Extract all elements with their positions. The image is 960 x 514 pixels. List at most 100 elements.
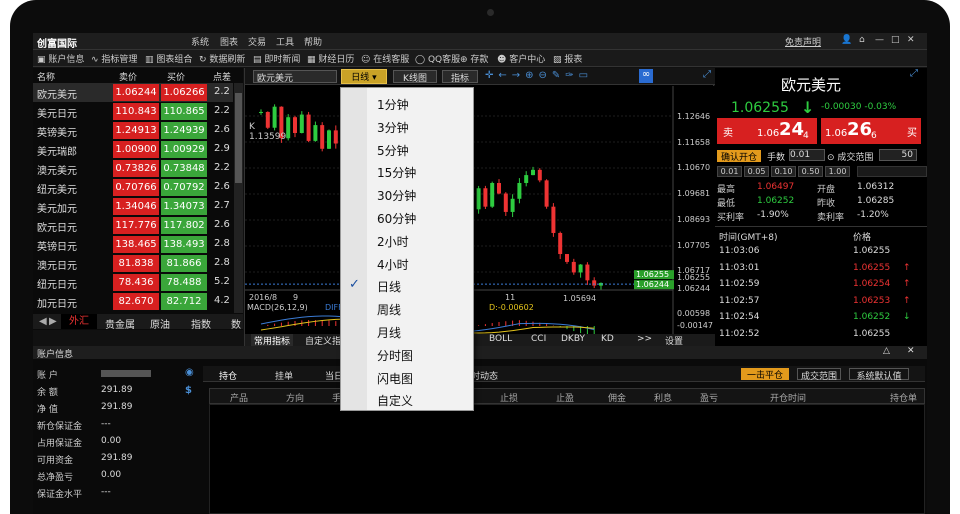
tab-dkby[interactable]: DKBY <box>561 334 585 344</box>
watchlist-row[interactable]: 美元加元 1.34046 1.34073 2.7 <box>33 197 233 216</box>
row-sell[interactable]: 0.70766 <box>113 179 159 196</box>
hide-eye-icon[interactable]: ◉ <box>185 367 194 378</box>
period-option[interactable]: 月线 <box>341 322 473 342</box>
minimize-icon[interactable]: — <box>875 35 884 45</box>
tab-positions[interactable]: 持仓 <box>219 369 237 382</box>
row-sell[interactable]: 0.73826 <box>113 160 159 177</box>
watchlist-row[interactable]: 英镑美元 1.24913 1.24939 2.6 <box>33 121 233 140</box>
menu-tools[interactable]: 工具 <box>276 35 294 48</box>
row-buy[interactable]: 1.00929 <box>161 141 207 158</box>
watchlist-row[interactable]: 美元瑞郎 1.00900 1.00929 2.9 <box>33 140 233 159</box>
confirm-open-button[interactable]: 确认开仓 <box>717 150 761 163</box>
period-option[interactable]: 5分钟 <box>341 140 473 160</box>
toolbar-account-info[interactable]: ▣ 账户信息 <box>37 52 84 65</box>
row-sell[interactable]: 110.843 <box>113 103 159 120</box>
watchlist-row[interactable]: 欧元日元 117.776 117.802 2.6 <box>33 216 233 235</box>
symbol-select[interactable]: 欧元美元 <box>253 70 337 84</box>
period-option[interactable]: 60分钟 <box>341 208 473 228</box>
tab-more[interactable]: >> <box>637 334 652 344</box>
toolbar-qq[interactable]: ◯ QQ客服 <box>415 52 460 65</box>
close-icon[interactable]: ✕ <box>907 35 915 45</box>
menu-trade[interactable]: 交易 <box>248 35 266 48</box>
toolbar-indicator-manage[interactable]: ∿ 指标管理 <box>91 52 137 65</box>
row-buy[interactable]: 1.24939 <box>161 122 207 139</box>
tab-index[interactable]: 指数 <box>191 316 211 331</box>
period-option[interactable]: 4小时 <box>341 254 473 274</box>
quick-lot-button[interactable]: 1.00 <box>825 166 850 177</box>
quick-lot-button[interactable]: 0.05 <box>744 166 769 177</box>
disclaimer-link[interactable]: 免责声明 <box>785 35 821 48</box>
toolbar-chart-group[interactable]: ▥ 图表组合 <box>145 52 192 65</box>
tab-pending[interactable]: 挂单 <box>275 369 293 382</box>
watchlist-row[interactable]: 纽元日元 78.436 78.488 5.2 <box>33 273 233 292</box>
toolbar-news[interactable]: ▤ 即时新闻 <box>253 52 300 65</box>
row-sell[interactable]: 117.776 <box>113 217 159 234</box>
tab-metals[interactable]: 贵金属 <box>105 316 135 331</box>
toolbar-client-center[interactable]: ☻ 客户中心 <box>497 52 545 65</box>
period-option[interactable]: 2小时 <box>341 231 473 251</box>
maximize-icon[interactable]: □ <box>891 35 900 45</box>
chart-tool-icons[interactable]: ✛←→⊕⊖✎✑▭ <box>485 70 593 81</box>
tab-oil[interactable]: 原油 <box>150 316 170 331</box>
toolbar-deposit[interactable]: ⊕ 存款 <box>460 52 488 65</box>
quote-expand-icon[interactable]: ⤢ <box>910 68 918 79</box>
toolbar-calendar[interactable]: ▦ 财经日历 <box>307 52 354 65</box>
row-buy[interactable]: 82.712 <box>161 293 207 310</box>
close-panel-icon[interactable]: ✕ <box>907 346 915 356</box>
row-buy[interactable]: 78.488 <box>161 274 207 291</box>
tab-boll[interactable]: BOLL <box>489 334 512 344</box>
quick-lot-button[interactable]: 0.01 <box>717 166 742 177</box>
menu-help[interactable]: 帮助 <box>304 35 322 48</box>
candlestick-chart[interactable]: 1.12646 1.11658 1.10670 1.09681 1.08693 1.077… <box>245 86 715 346</box>
hands-input[interactable]: 0.01 <box>789 149 825 161</box>
row-sell[interactable]: 138.465 <box>113 236 159 253</box>
close-all-button[interactable]: 一击平仓 <box>741 368 789 381</box>
period-option[interactable]: 3分钟 <box>341 117 473 137</box>
row-sell[interactable]: 82.670 <box>113 293 159 310</box>
period-option[interactable]: 1分钟 <box>341 94 473 114</box>
watchlist-row[interactable]: 纽元美元 0.70766 0.70792 2.6 <box>33 178 233 197</box>
system-default-button[interactable]: 系统默认值 <box>849 368 909 382</box>
row-sell[interactable]: 1.34046 <box>113 198 159 215</box>
row-buy[interactable]: 110.865 <box>161 103 207 120</box>
period-option[interactable]: 周线 <box>341 299 473 319</box>
watchlist-row[interactable]: 欧元美元 1.06244 1.06266 2.2 <box>33 83 233 102</box>
chart-expand-icon[interactable]: ⤢ <box>703 69 711 80</box>
watchlist-scrollbar[interactable] <box>234 83 243 313</box>
period-option[interactable]: 分时图 <box>341 345 473 365</box>
sell-button[interactable]: 卖 1.06 24 4 <box>717 118 817 144</box>
range-input[interactable]: 50 <box>879 149 917 161</box>
watchlist-row[interactable]: 澳元美元 0.73826 0.73848 2.2 <box>33 159 233 178</box>
tabs-next-icon[interactable]: ▶ <box>49 316 57 327</box>
collapse-icon[interactable]: △ <box>883 346 890 356</box>
dollar-icon[interactable]: $ <box>185 385 192 396</box>
period-option[interactable]: ✓ 日线 <box>341 276 473 296</box>
watchlist-row[interactable]: 英镑日元 138.465 138.493 2.8 <box>33 235 233 254</box>
period-option[interactable]: 闪电图 <box>341 368 473 388</box>
toolbar-refresh[interactable]: ↻ 数据刷新 <box>199 52 245 65</box>
quick-lot-button[interactable]: 0.10 <box>771 166 796 177</box>
menu-chart[interactable]: 图表 <box>220 35 238 48</box>
row-buy[interactable]: 117.802 <box>161 217 207 234</box>
row-sell[interactable]: 1.00900 <box>113 141 159 158</box>
row-buy[interactable]: 138.493 <box>161 236 207 253</box>
range-button[interactable]: 成交范围 <box>797 368 841 382</box>
tabs-prev-icon[interactable]: ◀ <box>39 316 47 327</box>
ktype-select[interactable]: K线图 <box>393 70 437 84</box>
row-buy[interactable]: 1.06266 <box>161 84 207 101</box>
menu-system[interactable]: 系统 <box>191 35 209 48</box>
toolbar-online-service[interactable]: ☺ 在线客服 <box>361 52 409 65</box>
row-buy[interactable]: 0.73848 <box>161 160 207 177</box>
watchlist-row[interactable]: 加元日元 82.670 82.712 4.2 <box>33 292 233 311</box>
row-sell[interactable]: 1.06244 <box>113 84 159 101</box>
row-buy[interactable]: 1.34073 <box>161 198 207 215</box>
tab-forex[interactable]: 外汇 <box>61 314 97 329</box>
chart-area[interactable]: 欧元美元 日线 ▾ K线图 指标 ✛←→⊕⊖✎✑▭ ∞ ⤢ 1.12646 1.1… <box>244 68 715 347</box>
row-sell[interactable]: 81.838 <box>113 255 159 272</box>
link-icon[interactable]: ∞ <box>639 69 653 83</box>
period-select[interactable]: 日线 ▾ <box>341 69 387 84</box>
indicator-select[interactable]: 指标 <box>442 70 478 84</box>
row-buy[interactable]: 0.70792 <box>161 179 207 196</box>
row-sell[interactable]: 1.24913 <box>113 122 159 139</box>
watchlist-row[interactable]: 澳元日元 81.838 81.866 2.8 <box>33 254 233 273</box>
